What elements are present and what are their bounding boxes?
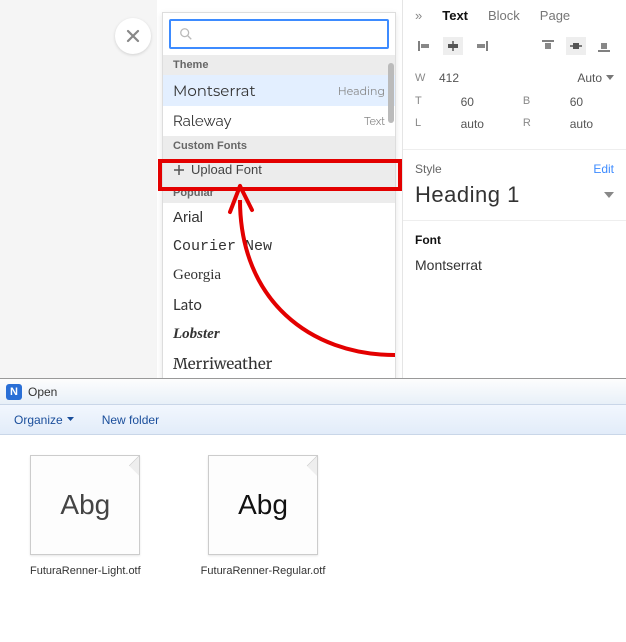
font-item-georgia[interactable]: Georgia: [163, 261, 395, 290]
align-right-button[interactable]: [471, 37, 491, 55]
chevron-down-icon: [604, 192, 614, 199]
spacing-bottom-value[interactable]: 60: [570, 95, 614, 109]
spacing-top-value[interactable]: 60: [461, 95, 505, 109]
font-name: Raleway: [173, 112, 232, 130]
width-value[interactable]: 412: [439, 71, 479, 85]
font-section-label: Font: [415, 233, 614, 247]
dialog-titlebar: N Open: [0, 379, 626, 405]
inspector-sidebar: » Text Block Page W 412 Auto: [402, 0, 626, 378]
upload-font-button[interactable]: Upload Font: [163, 156, 395, 183]
tab-text[interactable]: Text: [442, 8, 468, 23]
font-tag: Text: [364, 115, 385, 128]
width-label: W: [415, 72, 429, 84]
plus-icon: [173, 164, 185, 176]
font-item-raleway[interactable]: Raleway Text: [163, 106, 395, 136]
file-item[interactable]: Abg FuturaRenner-Light.otf: [30, 455, 141, 577]
font-item-merriweather[interactable]: Merriweather: [163, 349, 395, 380]
more-icon[interactable]: »: [415, 8, 422, 23]
style-label: Style: [415, 162, 442, 176]
upload-label: Upload Font: [191, 162, 262, 177]
file-name: FuturaRenner-Regular.otf: [201, 565, 326, 577]
horizontal-align-group: [415, 37, 491, 55]
align-left-button[interactable]: [415, 37, 435, 55]
font-item-montserrat[interactable]: Montserrat Heading: [163, 75, 395, 106]
section-custom: Custom Fonts: [163, 136, 395, 156]
section-theme: Theme: [163, 55, 395, 75]
valign-middle-button[interactable]: [566, 37, 586, 55]
font-tag: Heading: [338, 84, 385, 98]
vertical-align-group: [538, 37, 614, 55]
close-icon: [126, 29, 140, 43]
close-button[interactable]: [115, 18, 151, 54]
font-item-arial[interactable]: Arial: [163, 203, 395, 232]
width-auto-select[interactable]: Auto: [577, 71, 614, 85]
font-search-input[interactable]: [169, 19, 389, 49]
font-dropdown: Theme Montserrat Heading Raleway Text Cu…: [162, 12, 396, 441]
file-thumbnail: Abg: [208, 455, 318, 555]
spacing-right-label: R: [523, 117, 552, 131]
spacing-top-label: T: [415, 95, 443, 109]
file-item[interactable]: Abg FuturaRenner-Regular.otf: [201, 455, 326, 577]
organize-menu[interactable]: Organize: [14, 413, 74, 427]
font-name: Montserrat: [173, 81, 256, 100]
spacing-right-value[interactable]: auto: [570, 117, 614, 131]
spacing-left-value[interactable]: auto: [461, 117, 505, 131]
chevron-down-icon: [606, 75, 614, 81]
align-center-button[interactable]: [443, 37, 463, 55]
valign-bottom-button[interactable]: [594, 37, 614, 55]
spacing-bottom-label: B: [523, 95, 552, 109]
app-icon: N: [6, 384, 22, 400]
new-folder-button[interactable]: New folder: [102, 413, 159, 427]
spacing-left-label: L: [415, 117, 443, 131]
font-item-courier[interactable]: Courier New: [163, 232, 395, 261]
font-value[interactable]: Montserrat: [415, 257, 614, 273]
file-name: FuturaRenner-Light.otf: [30, 565, 141, 577]
scrollbar[interactable]: [388, 63, 394, 123]
dialog-title: Open: [28, 385, 57, 399]
chevron-down-icon: [67, 417, 74, 422]
style-edit-button[interactable]: Edit: [593, 162, 614, 176]
file-thumbnail: Abg: [30, 455, 140, 555]
tab-page[interactable]: Page: [540, 8, 570, 23]
section-popular: Popular: [163, 183, 395, 203]
style-select[interactable]: Heading 1: [415, 182, 614, 208]
search-icon: [179, 27, 193, 41]
tab-block[interactable]: Block: [488, 8, 520, 23]
file-open-dialog: N Open Organize New folder Abg FuturaRen…: [0, 378, 626, 642]
font-item-lato[interactable]: Lato: [163, 290, 395, 320]
valign-top-button[interactable]: [538, 37, 558, 55]
font-item-lobster[interactable]: Lobster: [163, 320, 395, 349]
